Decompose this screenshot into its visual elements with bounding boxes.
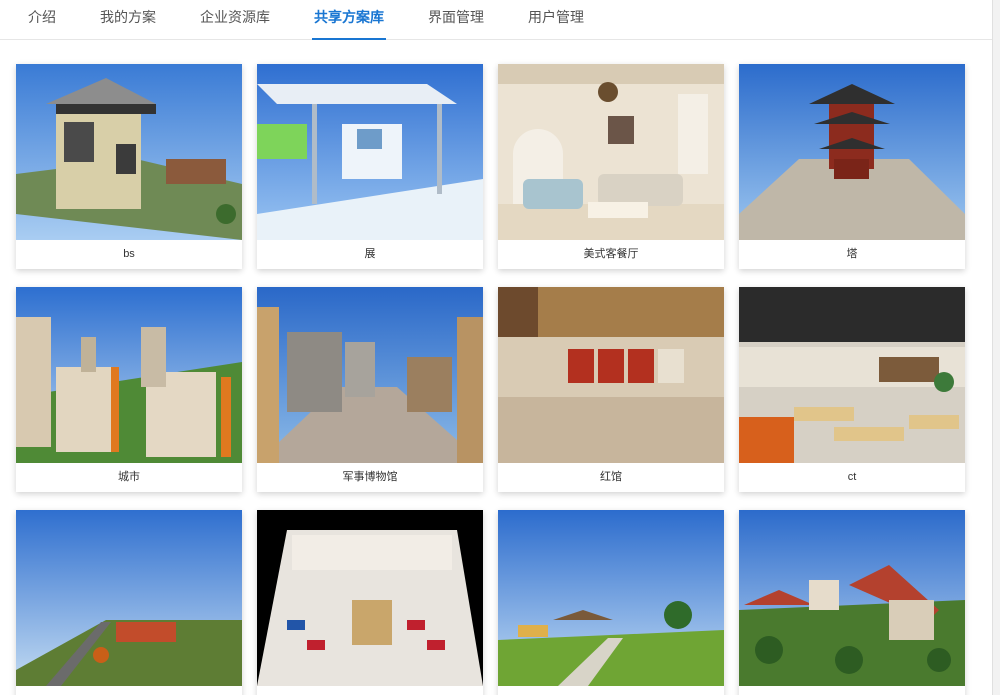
tab-my-plans[interactable]: 我的方案 bbox=[100, 0, 156, 40]
thumbnail-red-hall bbox=[498, 287, 724, 463]
plan-title: 展 bbox=[364, 248, 376, 260]
plan-title: 红馆 bbox=[600, 471, 622, 483]
thumbnail-military-museum bbox=[257, 287, 483, 463]
plan-title: 城市 bbox=[118, 471, 140, 483]
plan-title: 美式客餐厅 bbox=[583, 248, 639, 260]
plan-title bbox=[498, 686, 724, 695]
plan-title: 塔 bbox=[846, 248, 858, 260]
plan-card[interactable]: 红馆 bbox=[498, 287, 724, 492]
plan-title: 军事博物馆 bbox=[342, 471, 398, 483]
plan-title: bs bbox=[123, 248, 135, 260]
window-edge bbox=[992, 0, 1000, 695]
tab-bar: 介绍 我的方案 企业资源库 共享方案库 界面管理 用户管理 bbox=[0, 0, 600, 40]
plan-card[interactable]: ct bbox=[739, 287, 965, 492]
thumbnail-city-apartments bbox=[16, 287, 242, 463]
thumbnail-building-villa bbox=[16, 64, 242, 240]
plan-card[interactable] bbox=[16, 510, 242, 695]
plan-title bbox=[257, 686, 483, 695]
plan-title: ct bbox=[847, 471, 857, 483]
tab-shared-library[interactable]: 共享方案库 bbox=[312, 0, 386, 40]
plan-card[interactable]: 展 bbox=[257, 64, 483, 269]
thumbnail-exhibition-pavilion bbox=[257, 64, 483, 240]
plan-title bbox=[739, 686, 965, 695]
thumbnail-park-pavilion bbox=[498, 510, 724, 686]
tab-user-management[interactable]: 用户管理 bbox=[528, 0, 584, 40]
thumbnail-chinese-tower bbox=[739, 64, 965, 240]
thumbnail-american-living-room bbox=[498, 64, 724, 240]
plan-card[interactable] bbox=[498, 510, 724, 695]
thumbnail-car-showroom bbox=[257, 510, 483, 686]
tab-intro[interactable]: 介绍 bbox=[28, 0, 56, 40]
tab-enterprise-library[interactable]: 企业资源库 bbox=[200, 0, 270, 40]
plan-card[interactable]: 军事博物馆 bbox=[257, 287, 483, 492]
thumbnail-village-houses bbox=[739, 510, 965, 686]
top-navigation: 介绍 我的方案 企业资源库 共享方案库 界面管理 用户管理 bbox=[0, 0, 1000, 40]
plan-card[interactable]: 塔 bbox=[739, 64, 965, 269]
plan-card[interactable]: 美式客餐厅 bbox=[498, 64, 724, 269]
plan-card[interactable]: 城市 bbox=[16, 287, 242, 492]
plan-card[interactable] bbox=[739, 510, 965, 695]
plan-card[interactable] bbox=[257, 510, 483, 695]
plan-card[interactable]: bs bbox=[16, 64, 242, 269]
thumbnail-field-aerial bbox=[16, 510, 242, 686]
plan-title bbox=[16, 686, 242, 695]
thumbnail-canteen bbox=[739, 287, 965, 463]
tab-ui-management[interactable]: 界面管理 bbox=[428, 0, 484, 40]
